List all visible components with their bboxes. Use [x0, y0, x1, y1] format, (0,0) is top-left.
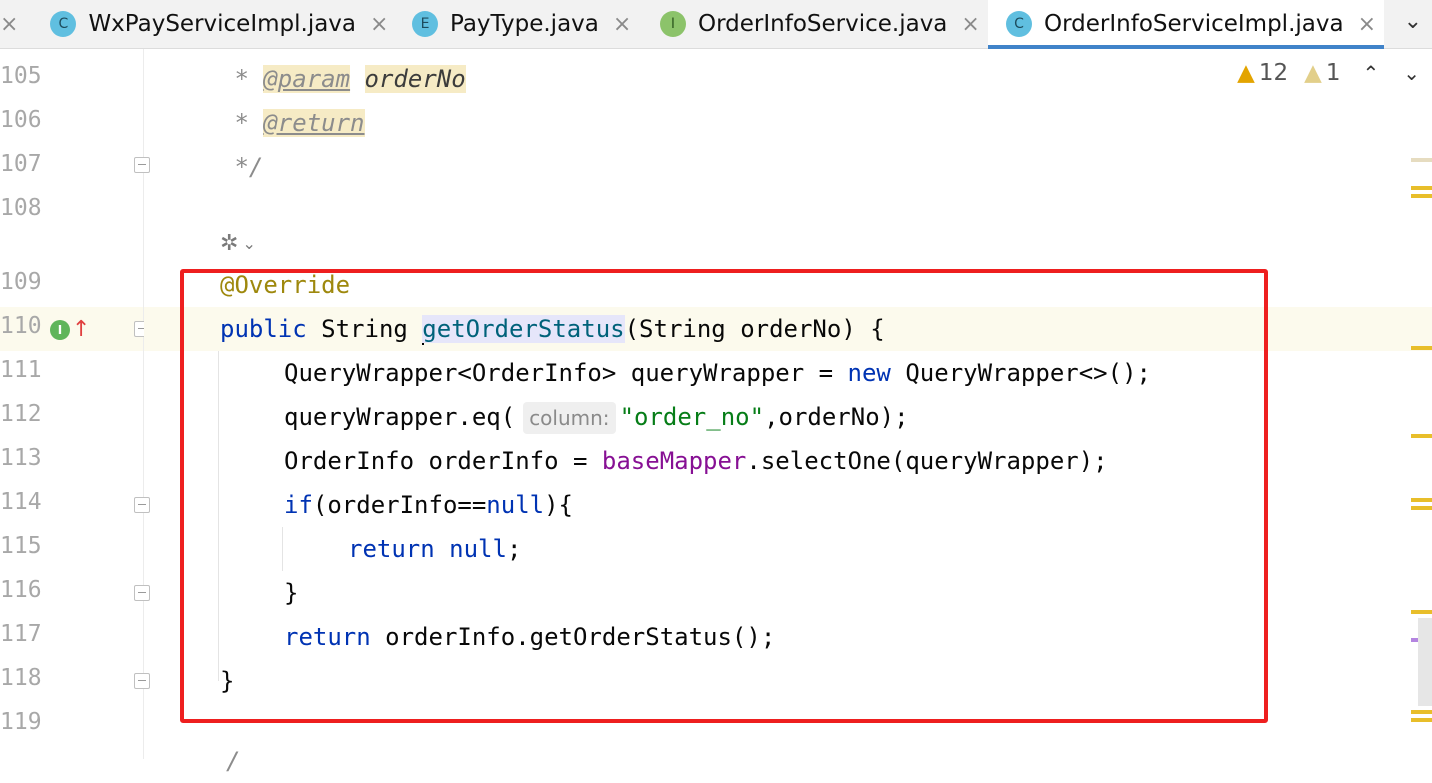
tab-wxpayserviceimpl[interactable]: × C WxPayServiceImpl.java ×: [0, 0, 388, 48]
implements-method-marker[interactable]: I ↑: [50, 317, 90, 342]
line-number-gutter: 105 106 107 108 109 110 111 112 113 114 …: [0, 49, 150, 759]
tab-orderinfoservice[interactable]: I OrderInfoService.java ×: [660, 0, 980, 48]
tab-label: OrderInfoService.java: [698, 11, 948, 37]
line-number: 111: [0, 357, 42, 383]
code-line-partial: /: [226, 747, 241, 775]
scrollbar-marker[interactable]: [1411, 718, 1432, 722]
interface-icon: I: [660, 11, 686, 37]
chevron-down-icon: ⌄: [242, 234, 256, 253]
scrollbar-marker[interactable]: [1411, 610, 1432, 614]
next-highlight-chevron-down-icon[interactable]: ⌄: [1403, 61, 1420, 85]
line-number: 119: [0, 709, 42, 735]
scrollbar-marker[interactable]: [1411, 158, 1432, 162]
line-number: 118: [0, 665, 42, 691]
weak-warning-count: 1: [1325, 60, 1341, 86]
ai-sparkle-icon: ✲: [220, 231, 239, 256]
scrollbar-marker[interactable]: [1411, 186, 1432, 190]
class-icon: C: [50, 11, 77, 37]
javadoc-return-tag: @return: [263, 109, 365, 137]
line-number: 107: [0, 151, 42, 177]
line-number: 114: [0, 489, 42, 515]
code-line-107: */: [220, 153, 264, 181]
ai-assistant-inlay[interactable]: ✲ ⌄: [220, 231, 256, 256]
line-number: 112: [0, 401, 42, 427]
scrollbar-marker[interactable]: [1411, 194, 1432, 198]
code-line-106: * @return: [220, 109, 365, 137]
previous-highlight-chevron-up-icon[interactable]: ⌃: [1362, 61, 1379, 85]
javadoc-param-name: orderNo: [364, 65, 466, 93]
tab-list-chevron-icon[interactable]: ⌄: [1404, 9, 1422, 34]
annotation-highlight-box: [180, 269, 1268, 723]
tab-label: PayType.java: [450, 11, 599, 37]
line-number: 113: [0, 445, 42, 471]
line-number: 116: [0, 577, 42, 603]
line-number: 105: [0, 63, 42, 89]
line-number: 109: [0, 269, 42, 295]
weak-warning-icon: ▲: [1304, 60, 1322, 86]
interface-implementation-icon: I: [50, 319, 70, 340]
line-number: 117: [0, 621, 42, 647]
editor-tab-bar: × C WxPayServiceImpl.java × E PayType.ja…: [0, 0, 1432, 49]
scrollbar-marker[interactable]: [1411, 498, 1432, 502]
tab-label: OrderInfoServiceImpl.java: [1044, 11, 1344, 37]
scrollbar-marker[interactable]: [1411, 434, 1432, 438]
warning-icon: ▲: [1237, 60, 1255, 86]
close-icon[interactable]: ×: [370, 12, 388, 37]
line-number: 106: [0, 107, 42, 133]
close-icon[interactable]: ×: [961, 12, 979, 37]
scrollbar-thumb[interactable]: [1418, 618, 1432, 706]
code-line-105: * @param orderNo: [220, 65, 466, 93]
tab-label: WxPayServiceImpl.java: [88, 11, 357, 37]
close-icon[interactable]: ×: [613, 12, 631, 37]
inspection-widget[interactable]: ▲ 12 ▲ 1 ⌃ ⌄: [1237, 60, 1420, 86]
warning-count: 12: [1258, 60, 1289, 86]
tab-paytype[interactable]: E PayType.java ×: [412, 0, 652, 48]
line-number: 110: [0, 313, 42, 339]
class-icon: C: [1006, 11, 1032, 37]
scrollbar-marker[interactable]: [1411, 710, 1432, 714]
scrollbar-marker[interactable]: [1411, 506, 1432, 510]
tab-orderinfoserviceimpl[interactable]: C OrderInfoServiceImpl.java ×: [988, 0, 1384, 49]
scrollbar-marker[interactable]: [1411, 346, 1432, 350]
left-close-icon[interactable]: ×: [0, 12, 18, 37]
line-number: 108: [0, 195, 42, 221]
go-to-super-arrow-icon: ↑: [72, 317, 91, 342]
line-number: 115: [0, 533, 42, 559]
enum-icon: E: [412, 11, 438, 37]
close-icon[interactable]: ×: [1358, 12, 1376, 37]
javadoc-param-tag: @param: [263, 65, 351, 93]
